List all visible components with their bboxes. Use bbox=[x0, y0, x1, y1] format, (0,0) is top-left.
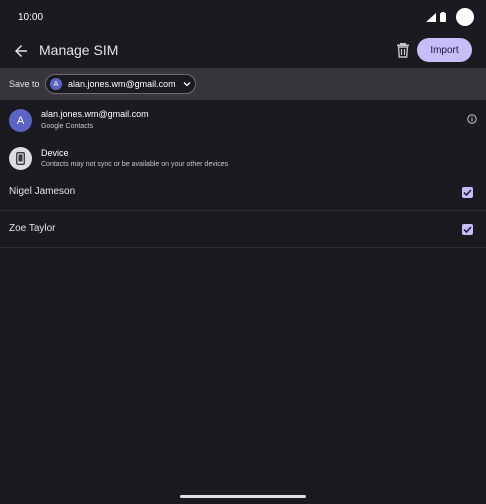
contact-row[interactable]: Nigel Jameson bbox=[0, 174, 486, 211]
status-bar: 10:00 bbox=[0, 0, 486, 36]
device-subtitle: Contacts may not sync or be available on… bbox=[41, 161, 229, 168]
info-icon[interactable] bbox=[467, 114, 477, 124]
contact-checkbox[interactable] bbox=[462, 224, 473, 235]
account-avatar: A bbox=[50, 78, 62, 90]
google-account-row[interactable]: A alan.jones.wm@gmail.com Google Contact… bbox=[0, 104, 486, 138]
device-title: Device bbox=[41, 148, 69, 158]
status-time: 10:00 bbox=[18, 12, 44, 23]
google-account-email: alan.jones.wm@gmail.com bbox=[41, 109, 149, 119]
contact-checkbox[interactable] bbox=[462, 187, 473, 198]
import-button[interactable]: Import bbox=[417, 38, 472, 62]
google-account-avatar: A bbox=[9, 109, 32, 132]
page-title: Manage SIM bbox=[39, 42, 119, 58]
save-to-bar: Save to A alan.jones.wm@gmail.com bbox=[0, 68, 486, 100]
chevron-down-icon bbox=[183, 82, 191, 87]
account-email: alan.jones.wm@gmail.com bbox=[68, 79, 176, 89]
gesture-nav-handle[interactable] bbox=[180, 495, 306, 498]
phone-icon bbox=[16, 152, 25, 165]
device-avatar bbox=[9, 147, 32, 170]
google-account-subtitle: Google Contacts bbox=[41, 123, 94, 130]
app-bar: Manage SIM Import bbox=[0, 36, 486, 66]
back-arrow-icon[interactable] bbox=[12, 42, 30, 60]
save-to-label: Save to bbox=[9, 79, 40, 89]
signal-icon bbox=[426, 13, 436, 22]
check-icon bbox=[463, 189, 472, 196]
trash-icon[interactable] bbox=[396, 42, 410, 58]
account-selector-chip[interactable]: A alan.jones.wm@gmail.com bbox=[45, 74, 196, 94]
contact-name: Nigel Jameson bbox=[9, 186, 76, 197]
device-account-row[interactable]: Device Contacts may not sync or be avail… bbox=[0, 142, 486, 176]
camera-cutout bbox=[456, 8, 474, 26]
contact-name: Zoe Taylor bbox=[9, 223, 56, 234]
contact-row[interactable]: Zoe Taylor bbox=[0, 211, 486, 248]
battery-icon bbox=[440, 12, 446, 22]
check-icon bbox=[463, 226, 472, 233]
